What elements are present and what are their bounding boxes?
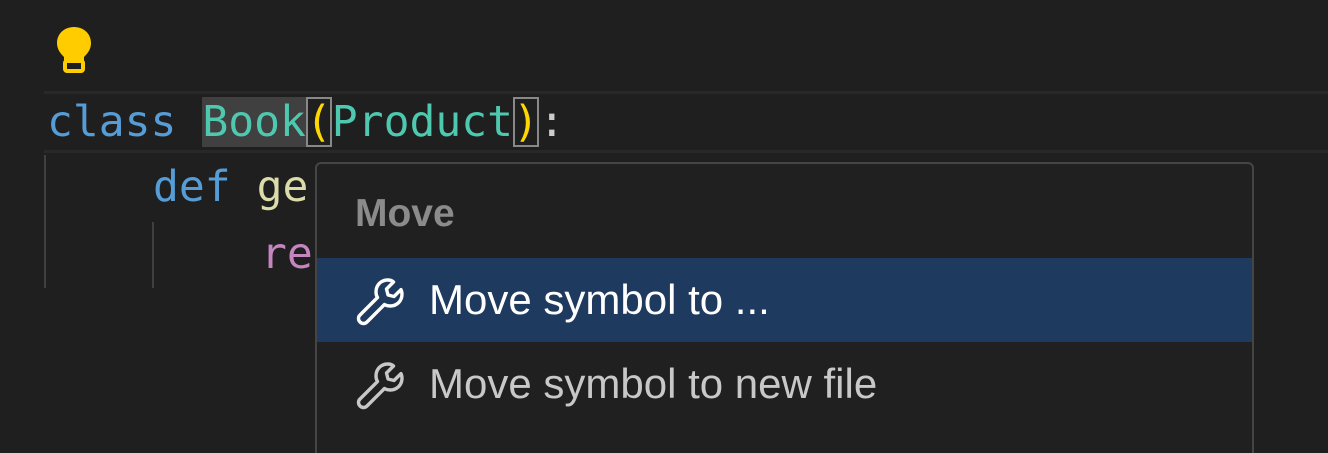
- lightbulb-icon[interactable]: [54, 24, 94, 74]
- close-paren: ): [513, 97, 539, 147]
- class-name-book[interactable]: Book: [202, 97, 306, 147]
- menu-group-header: Move: [355, 192, 455, 235]
- indent-guide: [152, 222, 154, 288]
- colon: :: [538, 97, 565, 147]
- wrench-icon: [355, 360, 405, 410]
- indent-guide: [44, 155, 46, 288]
- function-name-partial: ge: [256, 162, 309, 212]
- menu-item-move-symbol-to-new-file[interactable]: Move symbol to new file: [317, 342, 1252, 426]
- keyword-def: def: [153, 162, 231, 212]
- code-action-menu: Move Move symbol to ... Move symbol to n…: [315, 162, 1254, 453]
- menu-item-label: Move symbol to new file: [429, 360, 878, 407]
- code-editor[interactable]: class Book(Product): def ge re Move Move…: [0, 0, 1328, 453]
- menu-item-move-symbol-to[interactable]: Move symbol to ...: [317, 258, 1252, 342]
- code-line-2[interactable]: def ge: [153, 162, 308, 212]
- keyword-class: class: [47, 97, 177, 147]
- code-line-1[interactable]: class Book(Product):: [47, 97, 565, 147]
- wrench-icon: [355, 276, 405, 326]
- base-class-product[interactable]: Product: [332, 97, 513, 147]
- keyword-return-partial: re: [261, 229, 313, 279]
- menu-item-label: Move symbol to ...: [429, 276, 770, 323]
- code-line-3[interactable]: re: [261, 229, 313, 279]
- open-paren: (: [305, 97, 332, 147]
